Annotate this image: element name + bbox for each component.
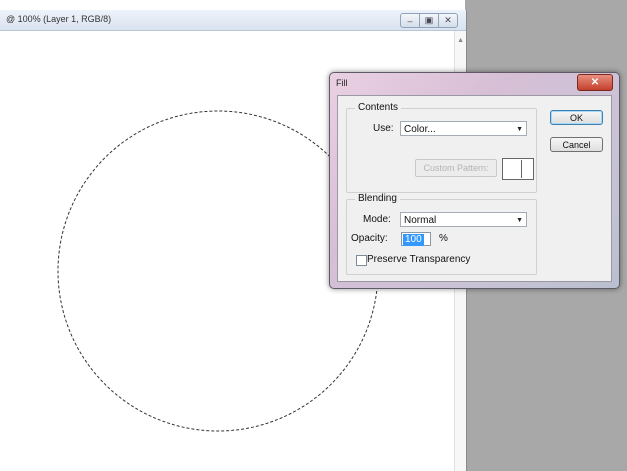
use-label: Use:	[373, 123, 394, 134]
ok-label: OK	[569, 112, 583, 123]
contents-group-label: Contents	[355, 102, 402, 113]
blending-group-label: Blending	[355, 193, 400, 204]
preserve-transparency-label[interactable]: Preserve Transparency	[367, 254, 470, 265]
cancel-button[interactable]: Cancel	[550, 137, 603, 152]
ok-button[interactable]: OK	[550, 110, 603, 125]
pattern-swatch	[502, 158, 534, 180]
contents-group: Contents Use: Color... ▼ Custom Pattern:	[346, 102, 537, 193]
preserve-transparency-checkbox[interactable]	[356, 255, 367, 266]
mode-label: Mode:	[363, 214, 391, 225]
dialog-title: Fill	[336, 78, 348, 88]
custom-pattern-button: Custom Pattern:	[415, 159, 497, 177]
opacity-value: 100	[403, 234, 424, 246]
mode-select[interactable]: Normal ▼	[400, 212, 527, 227]
dialog-close-button[interactable]: ✕	[577, 74, 613, 91]
opacity-unit: %	[439, 233, 448, 244]
mode-select-value: Normal	[404, 215, 437, 226]
chevron-down-icon: ▼	[516, 126, 523, 133]
custom-pattern-label: Custom Pattern:	[423, 163, 489, 173]
opacity-label: Opacity:	[351, 233, 388, 244]
fill-dialog: Fill ✕ Contents Use: Color... ▼ Custom P…	[329, 72, 620, 289]
use-select[interactable]: Color... ▼	[400, 121, 527, 136]
cancel-label: Cancel	[562, 139, 591, 150]
dialog-body: Contents Use: Color... ▼ Custom Pattern:…	[337, 95, 612, 282]
opacity-input[interactable]: 100	[401, 232, 431, 246]
use-select-value: Color...	[404, 124, 436, 135]
close-icon: ✕	[590, 77, 600, 88]
chevron-down-icon: ▼	[516, 217, 523, 224]
